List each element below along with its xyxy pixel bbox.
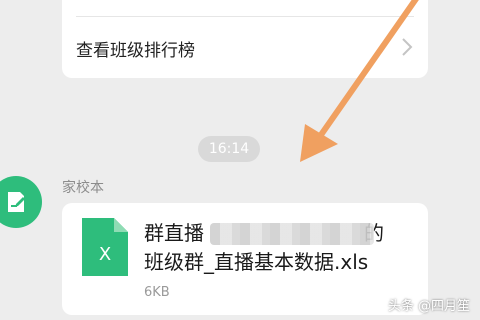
view-class-ranking-label: 查看班级排行榜 [76, 41, 195, 61]
ranking-card[interactable]: 查看班级排行榜 [62, 0, 428, 78]
note-edit-icon [8, 192, 25, 212]
avatar[interactable] [0, 176, 42, 228]
sender-name: 家校本 [62, 180, 104, 196]
file-message-card[interactable]: X 群直播的 班级群_直播基本数据.xls 6KB [62, 203, 428, 315]
excel-icon-letter: X [99, 244, 111, 265]
file-name-line2: 班级群_直播基本数据.xls [144, 250, 369, 274]
chevron-right-icon [402, 38, 413, 56]
redaction-blur [210, 223, 374, 245]
timestamp-pill: 16:14 [198, 136, 260, 162]
file-size: 6KB [144, 285, 170, 300]
watermark: 头条 @四月笙 [387, 299, 470, 314]
excel-file-icon: X [82, 218, 128, 276]
card-divider [76, 16, 414, 17]
file-name-prefix: 群直播 [144, 221, 204, 245]
